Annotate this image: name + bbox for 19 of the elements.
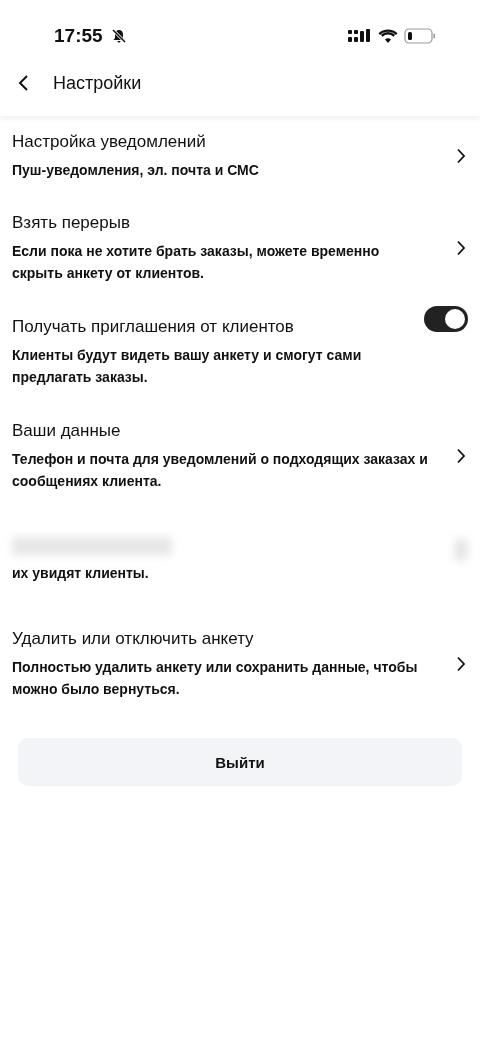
setting-title: Удалить или отключить анкету — [12, 628, 255, 649]
setting-title: Взять перерыв — [12, 212, 131, 233]
setting-description: Клиенты будут видеть вашу анкету и смогут сами предлагать заказы. — [12, 345, 363, 387]
setting-title: Ваши данные — [12, 420, 122, 441]
page-title: Настройки — [53, 72, 142, 94]
logout-button[interactable]: Выйти — [18, 738, 462, 786]
back-icon[interactable] — [17, 74, 29, 92]
status-time: 17:55 — [54, 25, 103, 47]
wifi-icon — [378, 29, 398, 43]
toggle-switch[interactable] — [424, 306, 468, 332]
setting-title: Получать приглашения от клиентов — [12, 316, 295, 337]
setting-description: их увидят клиенты. — [12, 563, 150, 583]
setting-description: Телефон и почта для уведомлений о подходящих заказах и сообщениях клиента. — [12, 449, 429, 491]
setting-title: Настройка уведомлений — [12, 131, 207, 152]
setting-description: Полностью удалить анкету или сохранить данные, чтобы можно было вернуться. — [12, 657, 419, 699]
battery-icon — [404, 28, 436, 44]
setting-description: Пуш-уведомления, эл. почта и СМС — [12, 160, 260, 180]
signal-icon — [348, 29, 372, 43]
setting-description: Если пока не хотите брать заказы, можете временно скрыть анкету от клиентов. — [12, 241, 381, 283]
